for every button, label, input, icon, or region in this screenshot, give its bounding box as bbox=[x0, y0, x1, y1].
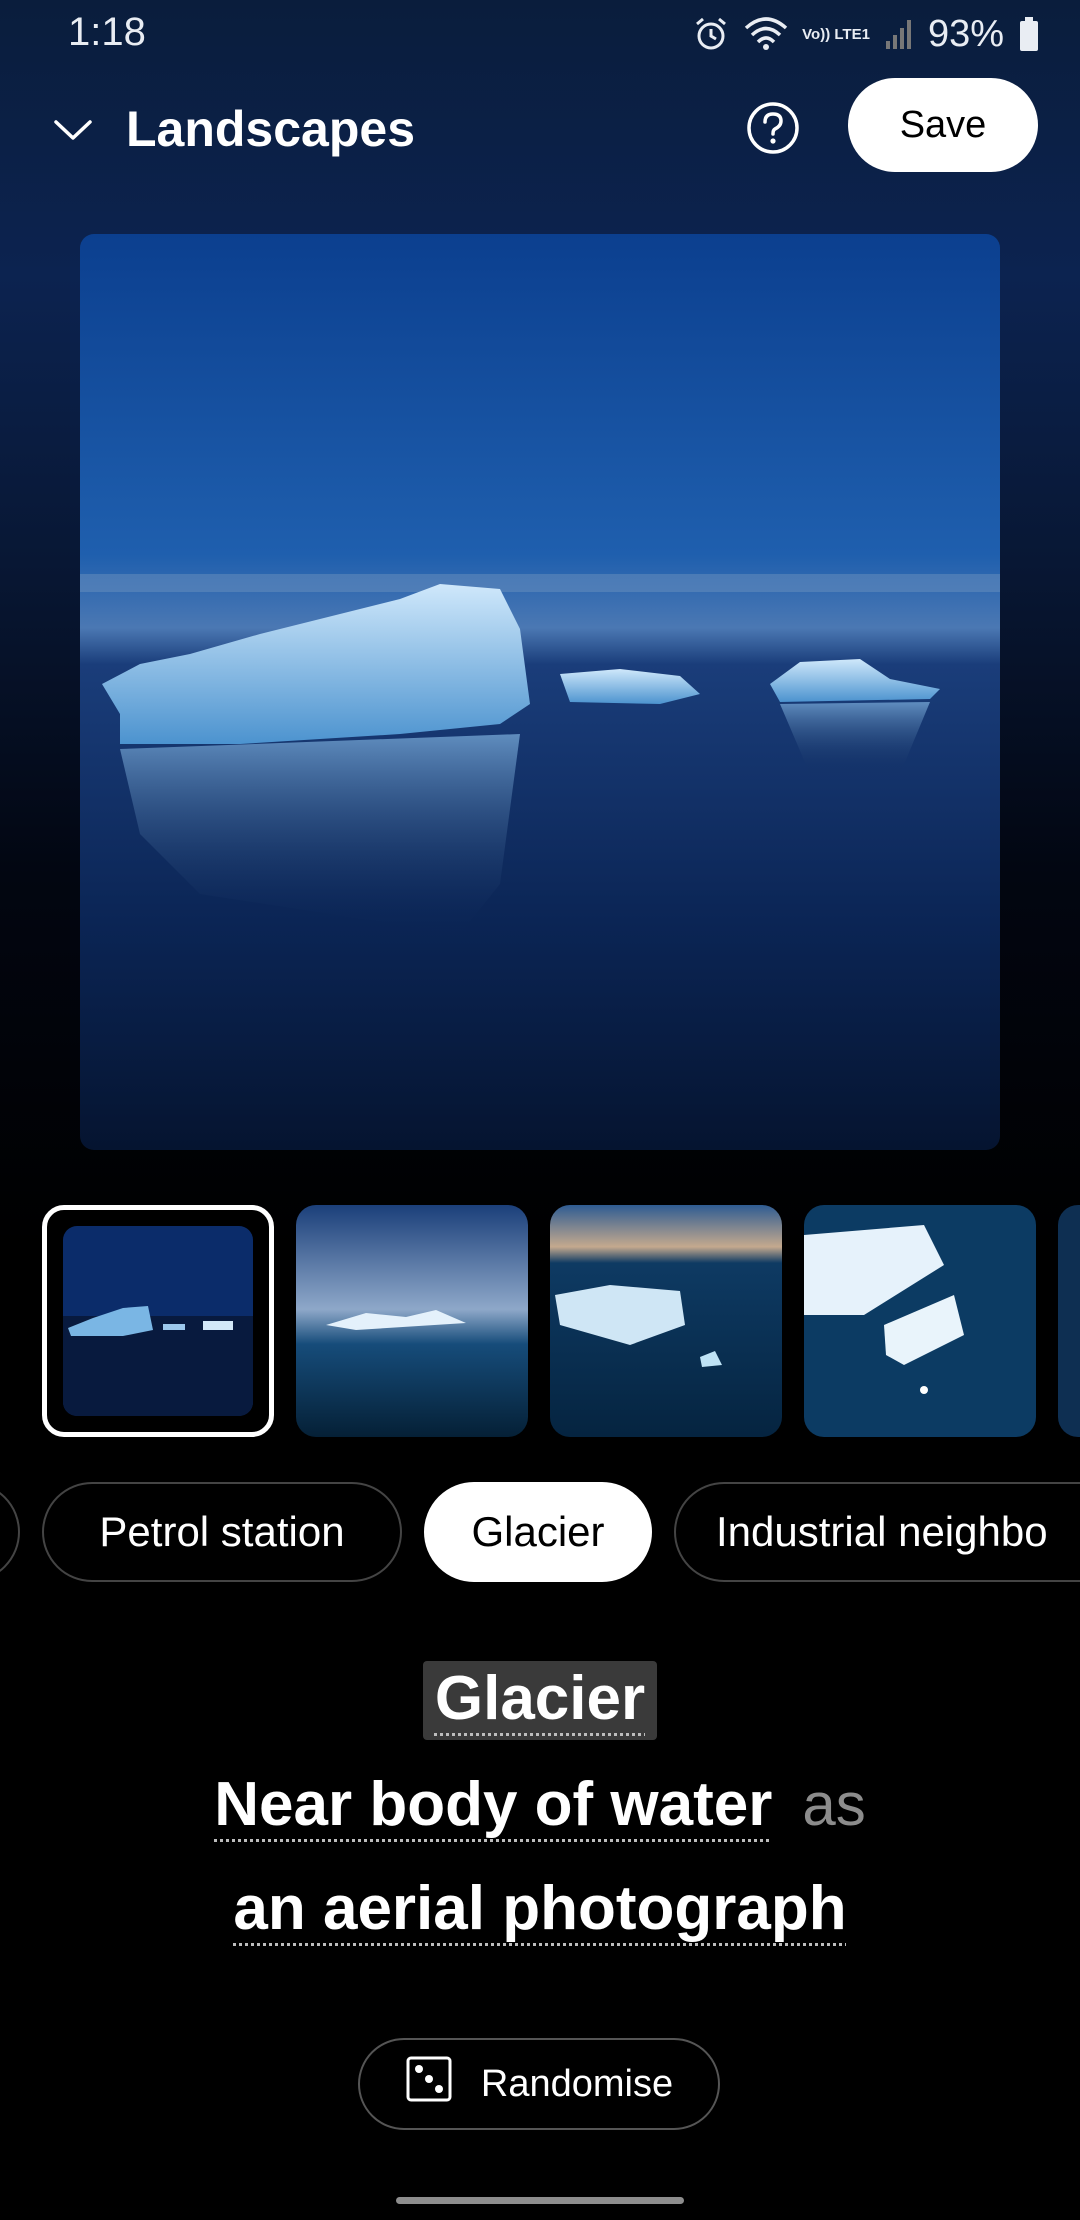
chip-industrial-neighbourhood[interactable]: Industrial neighbo bbox=[674, 1482, 1080, 1582]
randomise-label: Randomise bbox=[480, 2062, 674, 2105]
header: Landscapes Save bbox=[0, 70, 1080, 185]
category-chips: Petrol station Glacier Industrial neighb… bbox=[0, 1480, 1080, 1588]
thumbnail-4[interactable] bbox=[804, 1205, 1036, 1437]
randomise-button[interactable]: Randomise bbox=[358, 2038, 720, 2130]
volte-icon: Vo)) LTE1 bbox=[802, 25, 870, 43]
prompt-connector: as bbox=[802, 1770, 866, 1838]
prompt-subject[interactable]: Glacier bbox=[422, 1660, 658, 1740]
prompt-setting[interactable]: Near body of water bbox=[214, 1769, 772, 1840]
prompt-text: Glacier Near body of water as an aerial … bbox=[0, 1648, 1080, 1960]
battery-icon bbox=[1018, 16, 1040, 52]
thumbnail-2[interactable] bbox=[296, 1205, 528, 1437]
status-icons: Vo)) LTE1 93% bbox=[692, 10, 1040, 58]
alarm-icon bbox=[692, 15, 730, 53]
page-title: Landscapes bbox=[126, 101, 416, 157]
prompt-style[interactable]: an aerial photograph bbox=[233, 1873, 846, 1944]
thumbnail-1[interactable] bbox=[42, 1205, 274, 1437]
thumbnail-3[interactable] bbox=[550, 1205, 782, 1437]
chip-petrol-station[interactable]: Petrol station bbox=[42, 1482, 402, 1582]
dice-icon bbox=[405, 2055, 453, 2113]
save-button[interactable]: Save bbox=[848, 78, 1038, 172]
home-indicator[interactable] bbox=[396, 2197, 684, 2204]
status-bar: 1:18 Vo)) LTE1 93% bbox=[0, 0, 1080, 70]
help-icon[interactable] bbox=[745, 100, 801, 156]
signal-icon bbox=[884, 17, 914, 51]
glacier-preview-image bbox=[80, 234, 1000, 1150]
chip-glacier[interactable]: Glacier bbox=[424, 1482, 652, 1582]
battery-percentage: 93% bbox=[927, 12, 1004, 55]
status-time: 1:18 bbox=[68, 10, 146, 54]
chevron-down-icon[interactable] bbox=[48, 106, 98, 156]
chip-previous[interactable] bbox=[0, 1482, 20, 1582]
wifi-icon bbox=[744, 16, 788, 52]
thumbnail-strip bbox=[42, 1205, 1080, 1437]
thumbnail-5[interactable] bbox=[1058, 1205, 1080, 1437]
